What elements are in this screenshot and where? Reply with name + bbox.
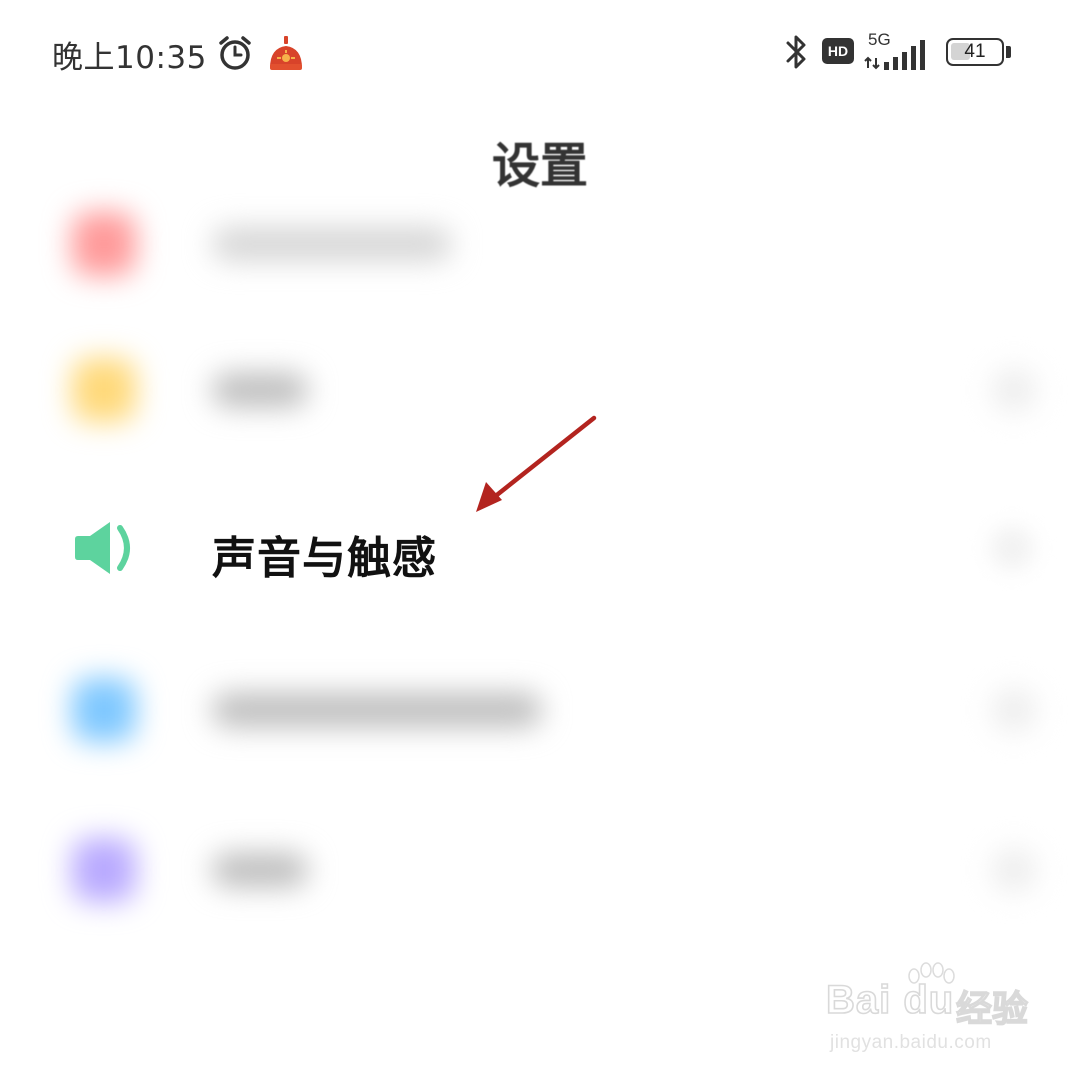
blurred-item-icon [72, 212, 136, 276]
blurred-item-icon [72, 838, 136, 902]
status-time: 晚上10:35 [52, 40, 207, 76]
watermark-url: jingyan.baidu.com [830, 1032, 992, 1053]
battery-icon: 41 [946, 38, 1004, 66]
blurred-item-icon [72, 358, 136, 422]
sound-haptics-label: 声音与触感 [212, 533, 437, 584]
chevron-right-icon [990, 526, 1034, 570]
blurred-item-label [212, 693, 542, 727]
status-bar: 晚上10:35 HD 5G 41 [0, 26, 1080, 82]
settings-screen: 晚上10:35 HD 5G 41 设置 声音与触感 Bai du 经验 jing… [0, 0, 1080, 1080]
baidu-jingyan-watermark: Bai du 经验 jingyan.baidu.com [825, 962, 1036, 1066]
watermark-brand: Bai du [825, 977, 955, 1023]
settings-row-blurred-2[interactable] [0, 328, 1080, 448]
blurred-chevron-icon [992, 688, 1036, 732]
settings-row-blurred-3[interactable] [0, 648, 1080, 768]
speaker-icon [75, 522, 130, 574]
hd-voice-icon: HD [822, 38, 854, 64]
battery-level: 41 [964, 41, 986, 62]
blurred-item-label [212, 227, 452, 261]
blurred-item-icon [72, 678, 136, 742]
settings-item-sound-haptics[interactable]: 声音与触感 [0, 488, 1080, 608]
blurred-item-label [212, 373, 308, 407]
signal-icon [864, 40, 925, 70]
app-notification-icon [270, 36, 302, 70]
blurred-chevron-icon [992, 848, 1036, 892]
battery-tip [1006, 46, 1011, 58]
settings-row-blurred-1[interactable] [0, 182, 1080, 302]
blurred-chevron-icon [992, 368, 1036, 412]
blurred-item-label [212, 853, 308, 887]
bluetooth-icon [786, 35, 806, 69]
alarm-clock-icon [219, 36, 251, 70]
settings-row-blurred-4[interactable] [0, 808, 1080, 928]
watermark-brand-cn: 经验 [955, 988, 1029, 1030]
